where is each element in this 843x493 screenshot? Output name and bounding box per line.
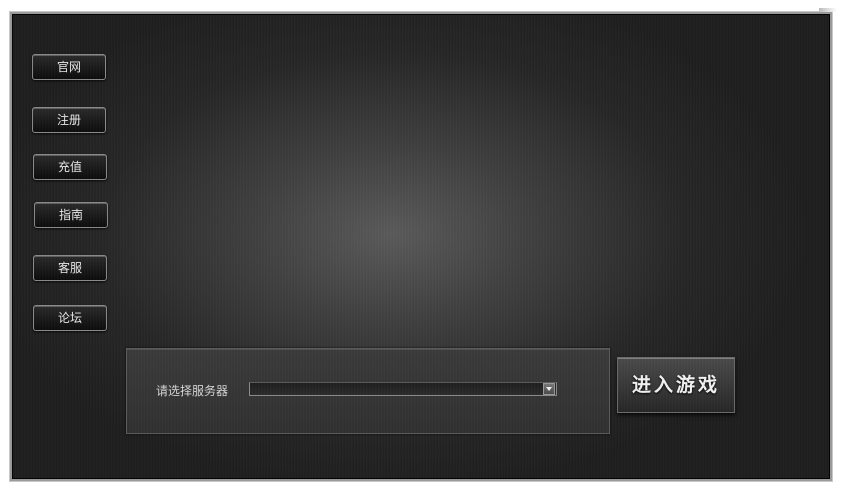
sidebar-item-official-site[interactable]: 官网	[32, 54, 106, 80]
launcher-window: 官网 注册 充值 指南 客服 论坛 请选择服务器 进入游戏	[10, 12, 832, 481]
sidebar-item-label: 论坛	[57, 311, 82, 325]
sidebar-item-guide[interactable]: 指南	[34, 202, 108, 228]
sidebar-item-label: 客服	[57, 261, 82, 275]
sidebar-item-customer-service[interactable]: 客服	[33, 255, 107, 281]
server-select-label: 请选择服务器	[156, 384, 229, 398]
sidebar-item-register[interactable]: 注册	[32, 107, 106, 133]
window-corner-decoration	[819, 8, 837, 12]
sidebar-item-forum[interactable]: 论坛	[33, 305, 107, 331]
sidebar-item-label: 官网	[56, 60, 81, 74]
sidebar-item-label: 充值	[57, 160, 82, 174]
enter-game-button[interactable]: 进入游戏	[617, 357, 735, 413]
sidebar-item-label: 注册	[56, 113, 81, 127]
sidebar-item-label: 指南	[58, 208, 83, 222]
server-dropdown[interactable]	[249, 382, 557, 396]
enter-game-label: 进入游戏	[631, 374, 720, 396]
chevron-down-icon[interactable]	[543, 383, 555, 395]
sidebar-item-recharge[interactable]: 充值	[33, 154, 107, 180]
server-select-panel: 请选择服务器	[126, 348, 610, 434]
